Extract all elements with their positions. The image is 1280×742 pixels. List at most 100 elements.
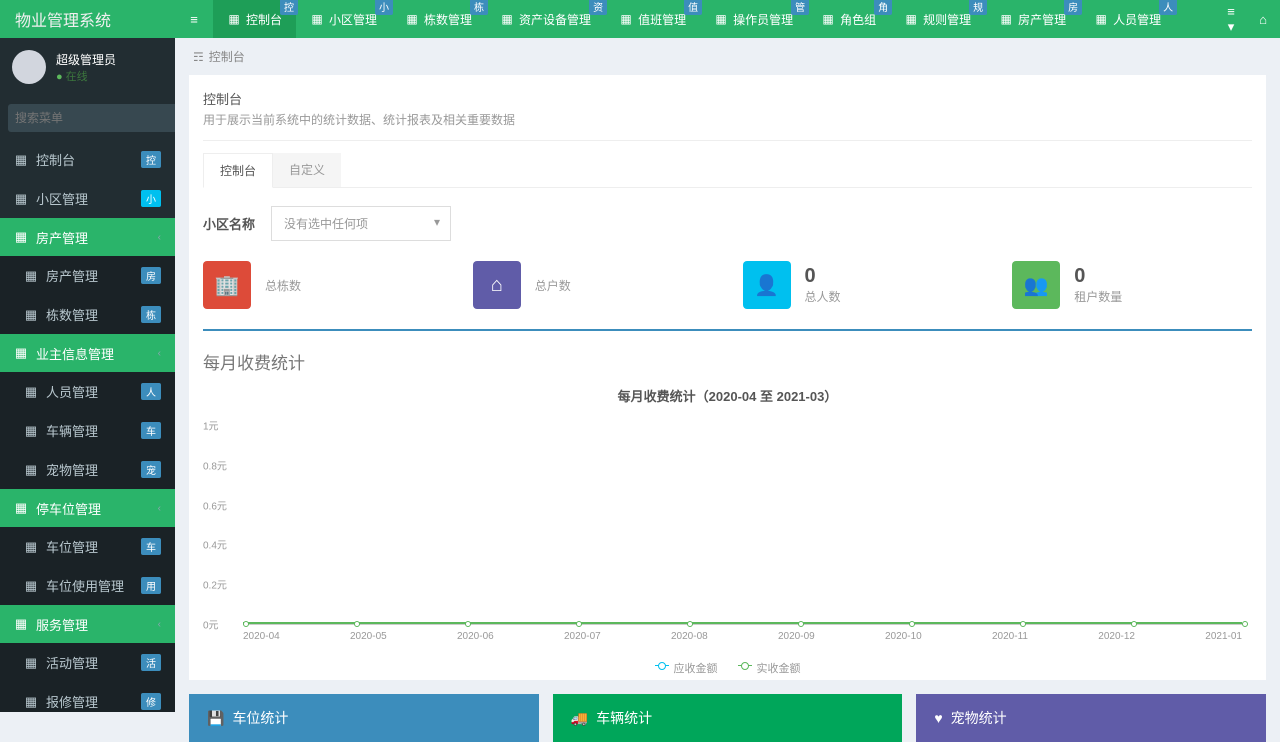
x-tick: 2020-04 — [243, 631, 280, 642]
app-logo: 物业管理系统 — [0, 0, 175, 38]
card-icon: 💾 — [207, 710, 224, 727]
filter-row: 小区名称 没有选中任何项 — [203, 206, 1252, 241]
sidebar-search: 🔍 — [0, 96, 175, 140]
filter-label: 小区名称 — [203, 214, 255, 233]
bottom-card[interactable]: 💾车位统计 — [189, 694, 539, 742]
sidebar-item[interactable]: ▦业主信息管理‹ — [0, 334, 175, 372]
chart-title: 每月收费统计（2020-04 至 2021-03） — [203, 386, 1252, 405]
sidebar-item[interactable]: ▦人员管理人 — [0, 372, 175, 411]
chart-point — [1242, 621, 1248, 627]
stat-icon: 🏢 — [203, 261, 251, 309]
sidebar-item[interactable]: ▦报修管理修 — [0, 682, 175, 712]
bottom-card[interactable]: ♥宠物统计 — [916, 694, 1266, 742]
x-tick: 2020-07 — [564, 631, 601, 642]
topnav-item[interactable]: ▦小区管理小 — [296, 0, 391, 38]
main-content: ☶ 控制台 控制台 用于展示当前系统中的统计数据、统计报表及相关重要数据 控制台… — [175, 38, 1280, 742]
sidebar-item[interactable]: ▦控制台控 — [0, 140, 175, 179]
chart-series-line — [243, 622, 1242, 624]
x-tick: 2020-08 — [671, 631, 708, 642]
user-name: 超级管理员 — [56, 51, 116, 68]
stats-row: 🏢总栋数⌂总户数👤0总人数👥0租户数量 — [203, 261, 1252, 331]
x-tick: 2020-12 — [1098, 631, 1135, 642]
stat-value: 0 — [1074, 265, 1122, 288]
topnav-item[interactable]: ▦控制台控 — [213, 0, 296, 38]
avatar — [12, 50, 46, 84]
top-nav: ▦控制台控▦小区管理小▦栋数管理栋▦资产设备管理资▦值班管理值▦操作员管理管▦角… — [213, 0, 1224, 38]
y-tick: 0.8元 — [203, 457, 227, 472]
x-tick: 2020-05 — [350, 631, 387, 642]
stat-icon: 👤 — [743, 261, 791, 309]
stat-label: 总栋数 — [265, 277, 301, 294]
community-select[interactable]: 没有选中任何项 — [271, 206, 451, 241]
x-tick: 2020-11 — [992, 631, 1028, 642]
chart-plot-area: 1元0.8元0.6元0.4元0.2元0元 — [243, 425, 1242, 625]
sidebar-item[interactable]: ▦宠物管理宠 — [0, 450, 175, 489]
chart-point — [909, 621, 915, 627]
monthly-fee-chart: 每月收费统计（2020-04 至 2021-03） 1元0.8元0.6元0.4元… — [203, 386, 1252, 666]
stat-card: 👤 0总人数 — [743, 261, 983, 309]
menu-toggle[interactable]: ≡ — [175, 0, 213, 38]
chart-point — [354, 621, 360, 627]
legend-item: 应收金额 — [655, 660, 718, 676]
x-tick: 2021-01 — [1205, 631, 1242, 642]
x-tick: 2020-06 — [457, 631, 494, 642]
stat-card: ⌂总户数 — [473, 261, 713, 309]
panel-title: 控制台 — [203, 89, 1252, 108]
sidebar-item[interactable]: ▦房产管理‹ — [0, 218, 175, 256]
bottom-card[interactable]: 🚚车辆统计 — [553, 694, 903, 742]
stat-card: 👥 0租户数量 — [1012, 261, 1252, 309]
tabs: 控制台自定义 — [203, 153, 1252, 188]
y-tick: 0.4元 — [203, 537, 227, 552]
home-icon[interactable]: ⌂ — [1256, 12, 1270, 27]
stat-icon: 👥 — [1012, 261, 1060, 309]
menu-icon[interactable]: ≡ ▾ — [1224, 4, 1238, 35]
chart-point — [576, 621, 582, 627]
stat-label: 租户数量 — [1074, 288, 1122, 305]
topnav-item[interactable]: ▦操作员管理管 — [700, 0, 807, 38]
main-panel: 控制台 用于展示当前系统中的统计数据、统计报表及相关重要数据 控制台自定义 小区… — [189, 75, 1266, 680]
sidebar-item[interactable]: ▦车辆管理车 — [0, 411, 175, 450]
breadcrumb: ☶ 控制台 — [175, 38, 1280, 75]
top-nav-right: ≡ ▾ ⌂ — [1224, 0, 1280, 38]
chart-legend: 应收金额实收金额 — [203, 660, 1252, 676]
bottom-cards: 💾车位统计 🚚车辆统计 ♥宠物统计 — [189, 694, 1266, 742]
stat-card: 🏢 总栋数 — [203, 261, 443, 309]
stat-value: 0 — [805, 265, 841, 288]
sidebar-item[interactable]: ▦房产管理房 — [0, 256, 175, 295]
stat-label: 总户数 — [535, 277, 571, 294]
y-tick: 0.6元 — [203, 497, 227, 512]
user-status: 在线 — [56, 68, 116, 84]
sidebar-item[interactable]: ▦服务管理‹ — [0, 605, 175, 643]
search-input[interactable] — [8, 104, 175, 132]
sidebar-item[interactable]: ▦活动管理活 — [0, 643, 175, 682]
topnav-item[interactable]: ▦角色组角 — [807, 0, 890, 38]
topnav-item[interactable]: ▦房产管理房 — [985, 0, 1080, 38]
chart-x-axis: 2020-04 2020-05 2020-06 2020-07 2020-08 2020-… — [243, 631, 1242, 642]
y-tick: 1元 — [203, 418, 219, 433]
topnav-item[interactable]: ▦人员管理人 — [1080, 0, 1175, 38]
tab[interactable]: 控制台 — [203, 153, 273, 188]
x-tick: 2020-09 — [778, 631, 815, 642]
top-header: 物业管理系统 ≡ ▦控制台控▦小区管理小▦栋数管理栋▦资产设备管理资▦值班管理值… — [0, 0, 1280, 38]
sidebar-menu: ▦控制台控▦小区管理小▦房产管理‹▦房产管理房▦栋数管理栋▦业主信息管理‹▦人员… — [0, 140, 175, 712]
topnav-item[interactable]: ▦资产设备管理资 — [486, 0, 605, 38]
sidebar-item[interactable]: ▦小区管理小 — [0, 179, 175, 218]
user-panel: 超级管理员 在线 — [0, 38, 175, 96]
chart-point — [243, 621, 249, 627]
chart-point — [465, 621, 471, 627]
sidebar-item[interactable]: ▦车位管理车 — [0, 527, 175, 566]
topnav-item[interactable]: ▦值班管理值 — [605, 0, 700, 38]
sidebar-item[interactable]: ▦栋数管理栋 — [0, 295, 175, 334]
stat-label: 总人数 — [805, 288, 841, 305]
y-tick: 0.2元 — [203, 577, 227, 592]
sidebar-item[interactable]: ▦车位使用管理用 — [0, 566, 175, 605]
sidebar-item[interactable]: ▦停车位管理‹ — [0, 489, 175, 527]
chart-point — [687, 621, 693, 627]
tab[interactable]: 自定义 — [273, 153, 341, 187]
chart-point — [1131, 621, 1137, 627]
topnav-item[interactable]: ▦规则管理规 — [890, 0, 985, 38]
topnav-item[interactable]: ▦栋数管理栋 — [391, 0, 486, 38]
card-icon: ♥ — [934, 710, 942, 726]
chart-point — [1020, 621, 1026, 627]
panel-desc: 用于展示当前系统中的统计数据、统计报表及相关重要数据 — [203, 111, 1252, 128]
